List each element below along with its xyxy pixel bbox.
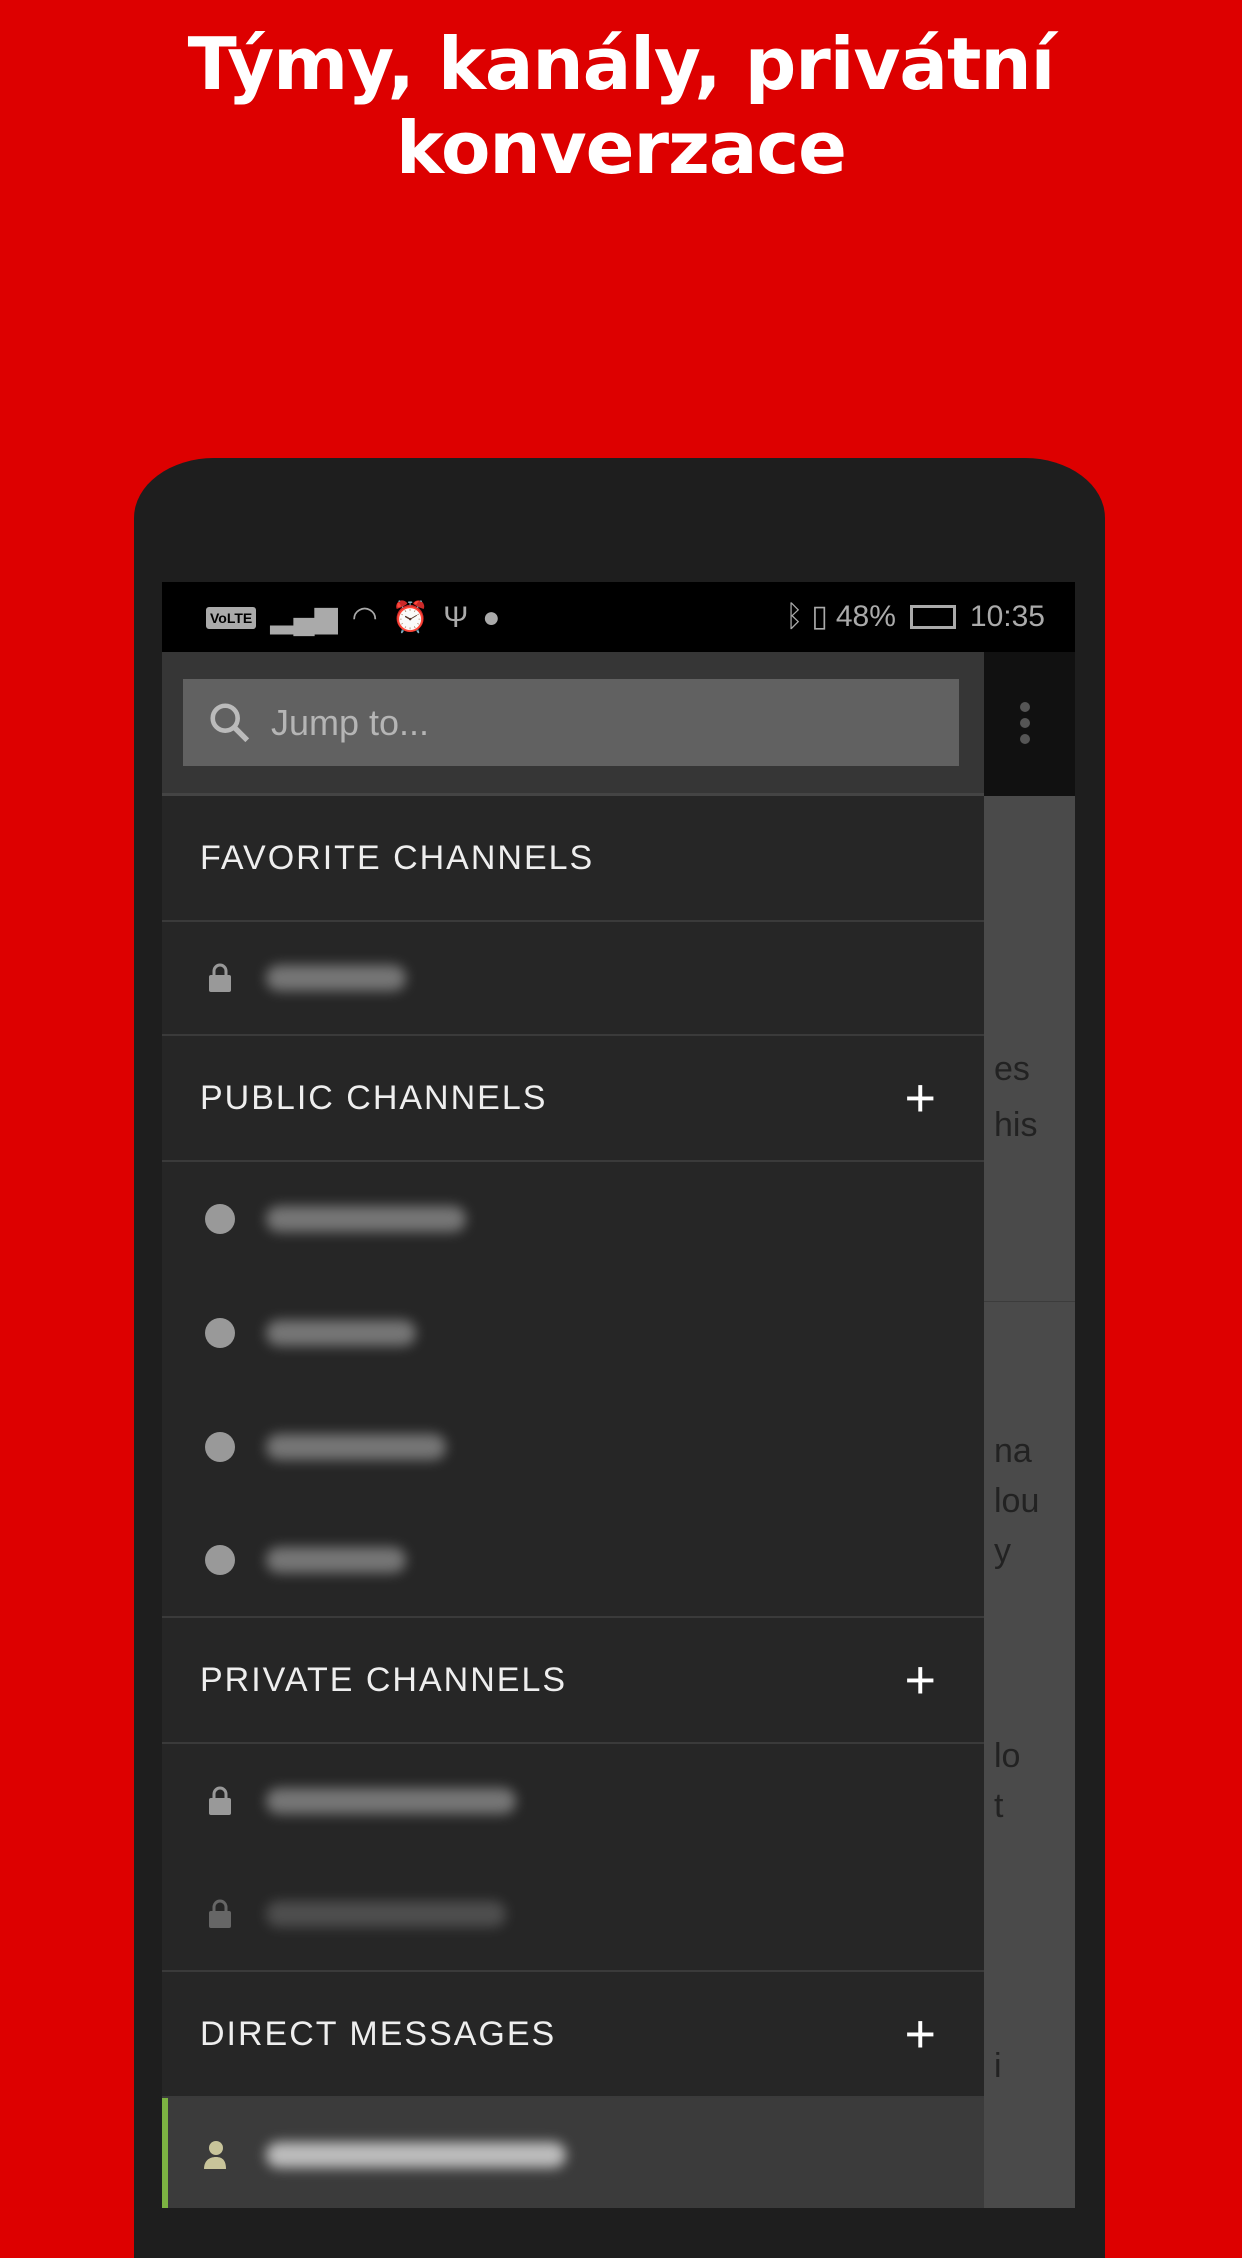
message-fragment: na: [994, 1432, 1032, 1470]
lock-icon: [204, 1898, 236, 1930]
lock-icon: [204, 962, 236, 994]
channel-name-redacted: [266, 1434, 446, 1460]
channel-item[interactable]: [162, 1276, 984, 1390]
channel-item[interactable]: [162, 1858, 984, 1972]
bluetooth-icon: ᛒ: [785, 599, 804, 633]
drawer-header: Jump to...: [162, 652, 984, 796]
search-icon: [210, 702, 250, 742]
favorite-channels-header: FAVORITE CHANNELS: [162, 796, 984, 922]
channel-name-redacted: [266, 965, 406, 991]
channel-item[interactable]: [162, 1504, 984, 1618]
lock-icon: [204, 1785, 236, 1817]
usb-icon: Ψ: [443, 600, 469, 634]
message-fragment: t: [994, 1787, 1004, 1825]
channel-item[interactable]: [162, 1390, 984, 1504]
volte-badge: VoLTE: [206, 606, 257, 629]
section-label: PUBLIC CHANNELS: [200, 1078, 548, 1117]
private-channels-header: PRIVATE CHANNELS +: [162, 1618, 984, 1744]
message-fragment: y: [994, 1532, 1011, 1570]
message-fragment: lo: [994, 1737, 1021, 1775]
user-name-redacted: [266, 2142, 566, 2168]
add-public-channel-button[interactable]: +: [904, 1071, 938, 1125]
vibrate-icon: ▯: [811, 600, 828, 633]
public-channels-header: PUBLIC CHANNELS +: [162, 1036, 984, 1162]
channel-item[interactable]: [162, 1744, 984, 1858]
section-label: FAVORITE CHANNELS: [200, 838, 595, 877]
phone-screen: VoLTE ▂▄▆ ◠ ⏰ Ψ ● ᛒ ▯ 48% 10:35 es his n…: [162, 582, 1075, 2208]
more-options-icon[interactable]: [1020, 702, 1032, 744]
jump-to-search[interactable]: Jump to...: [183, 679, 959, 766]
battery-percent: 48%: [835, 599, 896, 633]
divider: [984, 1301, 1075, 1302]
message-fragment: lou: [994, 1482, 1040, 1520]
add-private-channel-button[interactable]: +: [904, 1653, 938, 1707]
channel-name-redacted: [266, 1320, 416, 1346]
globe-icon: [204, 1203, 236, 1235]
channel-item[interactable]: [162, 922, 984, 1036]
user-icon: [204, 2139, 236, 2171]
channel-item[interactable]: [162, 1162, 984, 1276]
alarm-icon: ⏰: [391, 601, 430, 634]
headline: Týmy, kanály, privátní konverzace: [187, 22, 1056, 190]
direct-message-item[interactable]: [162, 2098, 984, 2208]
globe-icon: [204, 1431, 236, 1463]
clock: 10:35: [969, 599, 1045, 633]
battery-charging-icon: [909, 604, 956, 629]
channel-name-redacted: [266, 1547, 406, 1573]
channel-name-redacted: [266, 1901, 506, 1927]
section-label: DIRECT MESSAGES: [200, 2014, 557, 2053]
signal-icon: ▂▄▆: [270, 601, 338, 634]
search-placeholder: Jump to...: [271, 701, 430, 743]
status-bar: VoLTE ▂▄▆ ◠ ⏰ Ψ ● ᛒ ▯ 48% 10:35: [162, 582, 1075, 652]
chat-bubble-icon: ●: [482, 600, 501, 634]
message-fragment: i: [994, 2047, 1002, 2085]
direct-messages-header: DIRECT MESSAGES +: [162, 1972, 984, 2098]
wifi-icon: ◠: [351, 601, 378, 634]
add-direct-message-button[interactable]: +: [904, 2007, 938, 2061]
message-fragment: his: [994, 1106, 1038, 1144]
message-fragment: es: [994, 1050, 1030, 1088]
channel-name-redacted: [266, 1788, 516, 1814]
navigation-drawer: Jump to... FAVORITE CHANNELS PUBLIC CHAN…: [162, 652, 984, 2208]
section-label: PRIVATE CHANNELS: [200, 1660, 568, 1699]
globe-icon: [204, 1544, 236, 1576]
globe-icon: [204, 1317, 236, 1349]
channel-name-redacted: [266, 1206, 466, 1232]
